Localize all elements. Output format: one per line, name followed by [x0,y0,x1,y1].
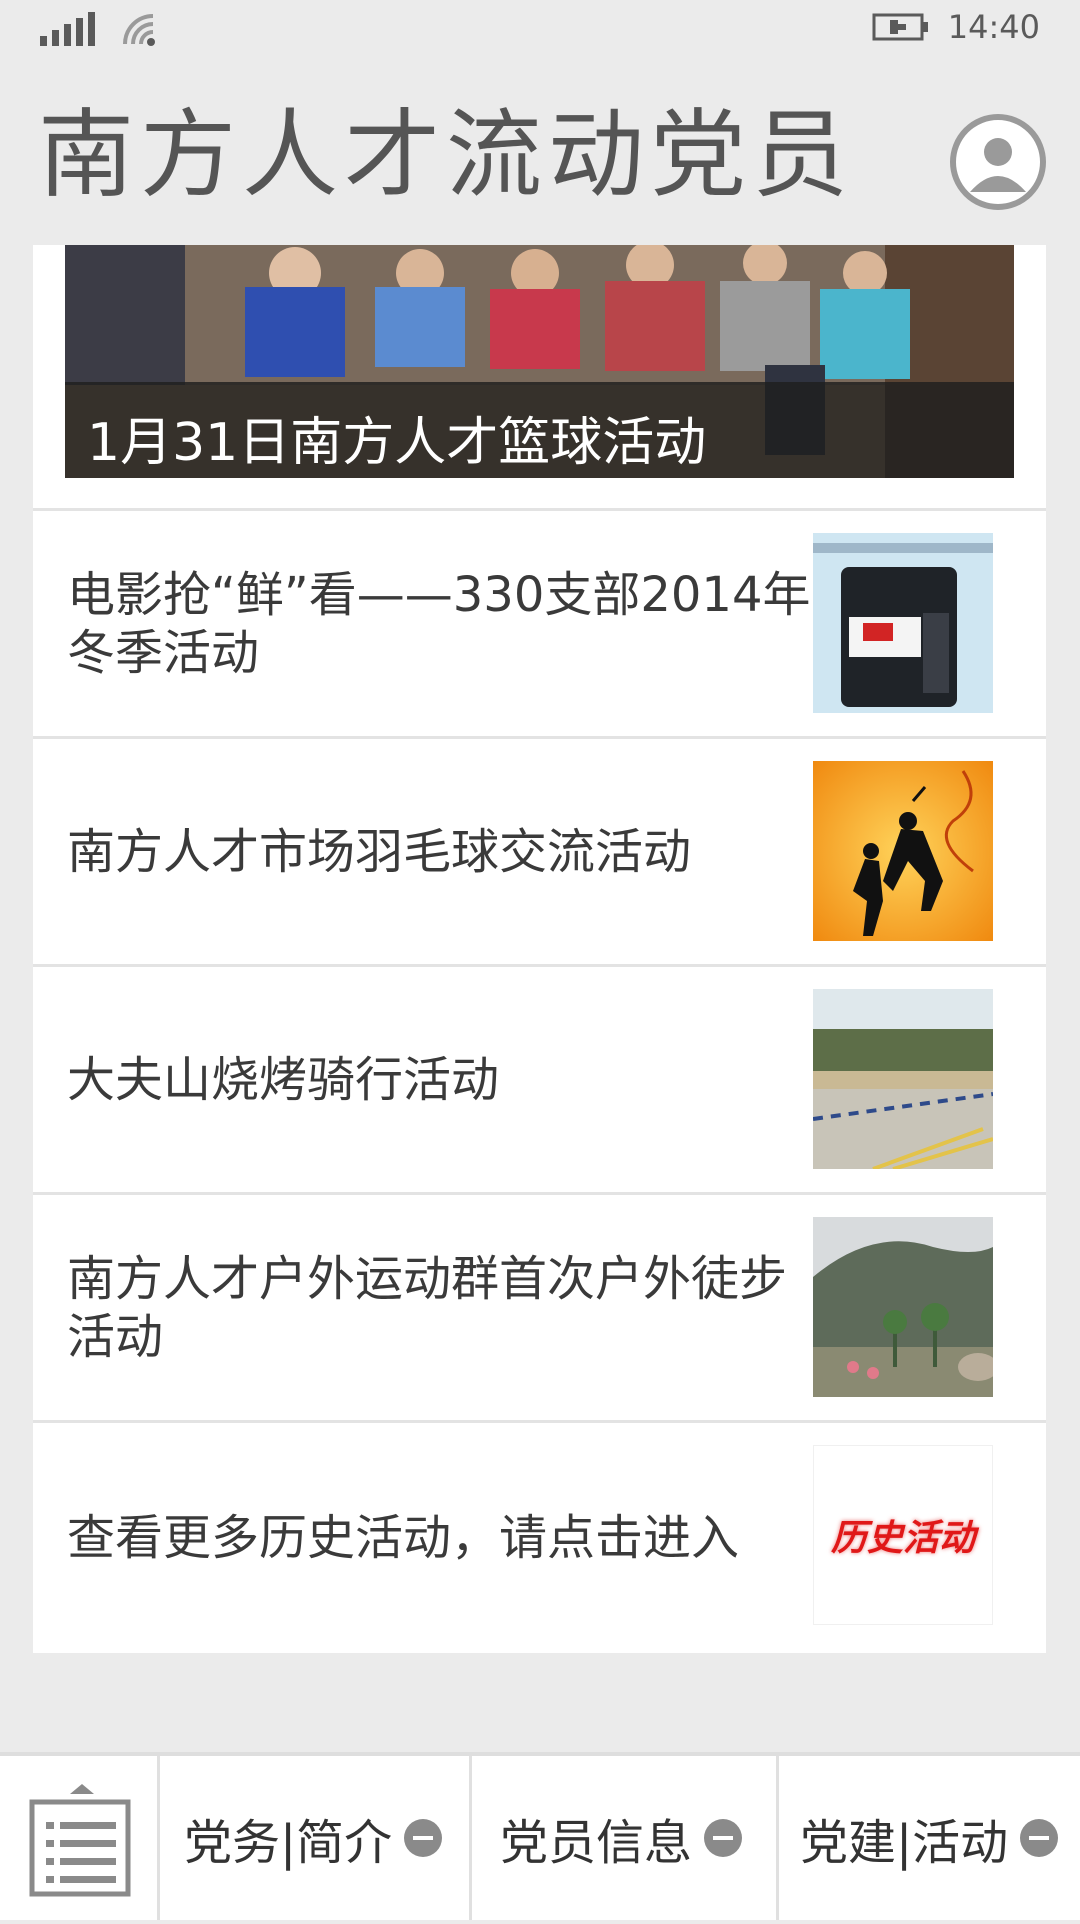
bottom-nav: 党务|简介 党员信息 党建|活动 [0,1752,1080,1920]
list-item[interactable]: 电影抢“鲜”看——330支部2014年冬季活动 [33,508,1046,736]
battery-charging-icon [872,13,928,41]
news-title: 大夫山烧烤骑行活动 [67,1051,500,1108]
banner-caption: 1月31日南方人才篮球活动 [87,413,707,473]
news-title: 电影抢“鲜”看——330支部2014年冬季活动 [67,566,811,681]
app-header: 南方人才流动党员 [0,84,1080,244]
nav-label: 党建|活动 [800,1815,1009,1871]
news-title: 查看更多历史活动，请点击进入 [67,1510,740,1566]
collapse-icon [404,1819,443,1857]
badminton-thumbnail [813,761,993,941]
user-icon [970,138,1026,192]
history-logo-thumbnail: 历史活动 [813,1445,993,1625]
status-bar: 14:40 [0,0,1080,64]
list-item[interactable]: 南方人才户外运动群首次户外徒步活动 [33,1192,1046,1420]
mountain-thumbnail [813,1217,993,1397]
banner-caption-bar: 1月31日南方人才篮球活动 [65,382,1014,478]
signal-strength-icon [40,12,95,46]
list-item[interactable]: 大夫山烧烤骑行活动 [33,964,1046,1192]
collapse-icon [1020,1819,1059,1857]
list-item[interactable]: 南方人才市场羽毛球交流活动 [33,736,1046,964]
page-title: 南方人才流动党员 [38,99,854,211]
history-logo-text: 历史活动 [830,1518,975,1559]
nav-item-party-intro[interactable]: 党务|简介 [184,1756,443,1920]
menu-button[interactable] [0,1756,160,1920]
nav-label: 党务|简介 [184,1815,393,1871]
avatar[interactable] [950,114,1046,210]
clock: 14:40 [947,8,1040,46]
nav-label: 党员信息 [500,1815,693,1871]
news-title: 南方人才户外运动群首次户外徒步活动 [67,1250,788,1365]
news-list: 1月31日南方人才篮球活动 电影抢“鲜”看——330支部2014年冬季活动 南方… [33,245,1046,1653]
nav-item-party-activities[interactable]: 党建|活动 [800,1756,1059,1920]
wifi-icon [123,14,155,46]
keyboard-menu-icon [29,1784,131,1897]
news-title: 南方人才市场羽毛球交流活动 [67,823,692,880]
nav-item-member-info[interactable]: 党员信息 [500,1756,743,1920]
list-item[interactable]: 查看更多历史活动，请点击进入 历史活动 [33,1420,1046,1653]
collapse-icon [704,1819,743,1857]
screenshot-thumbnail [813,533,993,713]
park-thumbnail [813,989,993,1169]
banner-slide[interactable]: 1月31日南方人才篮球活动 [65,245,1014,478]
